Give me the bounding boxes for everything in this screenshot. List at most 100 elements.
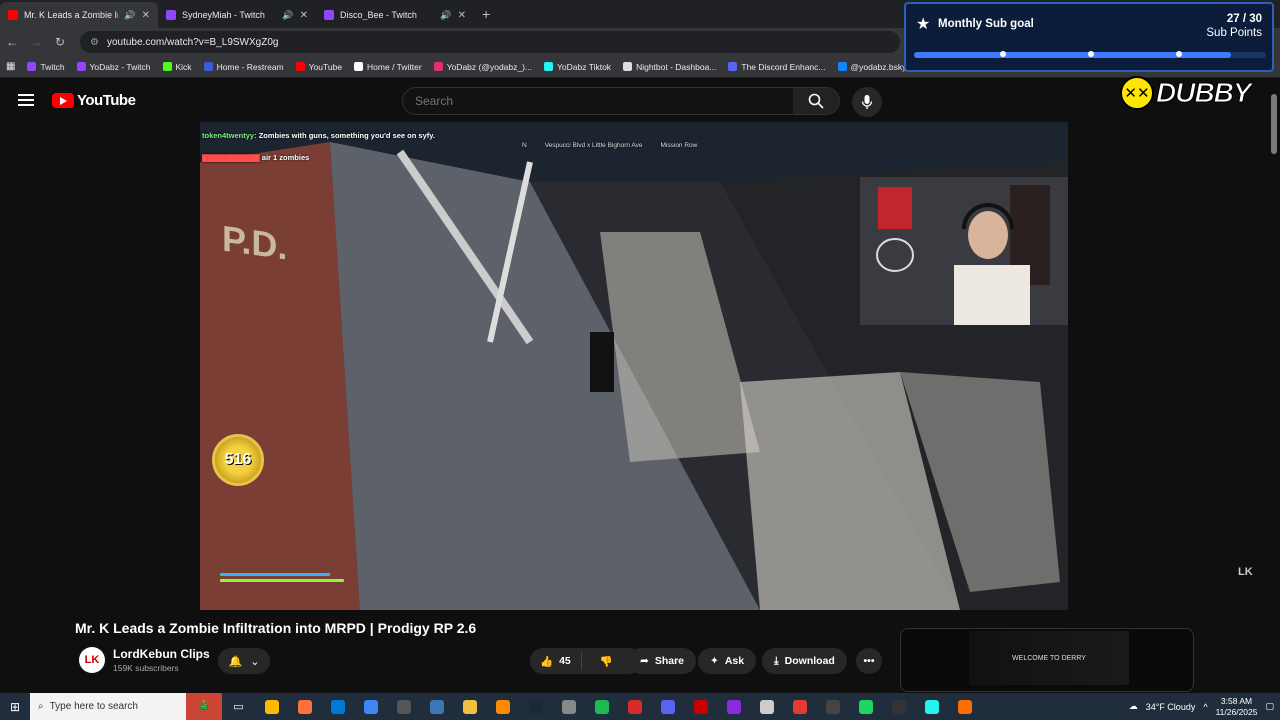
- taskbar-app-icon[interactable]: [321, 693, 354, 720]
- search-input[interactable]: [403, 94, 793, 108]
- scrollbar-thumb[interactable]: [1271, 94, 1277, 154]
- channel-info[interactable]: LK LordKebun Clips 159K subscribers: [79, 647, 210, 673]
- close-tab-icon[interactable]: ✕: [142, 10, 150, 21]
- tab-sydneymiah[interactable]: SydneyMiah - Twitch 🔊 ✕: [158, 2, 316, 28]
- tab-title: Mr. K Leads a Zombie Infiltr: [24, 10, 118, 20]
- notification-bell-button[interactable]: 🔔 ⌄: [218, 648, 270, 674]
- app-glyph-icon: [858, 699, 873, 714]
- bookmark-label: Twitch: [40, 61, 65, 72]
- like-dislike-group: 👍 45 👎: [530, 648, 642, 674]
- bookmark-item[interactable]: YoDabz (@yodabz_)...: [433, 62, 532, 72]
- bookmark-item[interactable]: YouTube: [295, 62, 342, 72]
- bookmark-item[interactable]: The Discord Enhanc...: [728, 62, 826, 72]
- search-icon: [808, 93, 824, 109]
- sub-goal-unit: Sub Points: [1206, 27, 1262, 39]
- bookmark-item[interactable]: YoDabz Tiktok: [544, 62, 611, 72]
- back-icon[interactable]: ←: [0, 35, 24, 49]
- bookmark-favicon-icon: [623, 62, 633, 71]
- taskbar-app-icon[interactable]: [948, 693, 981, 720]
- channel-avatar[interactable]: LK: [79, 647, 105, 673]
- apps-grid-icon[interactable]: ▦: [6, 61, 15, 72]
- new-tab-button[interactable]: +: [482, 2, 490, 28]
- download-icon: ⤓: [774, 654, 779, 667]
- bookmark-item[interactable]: Twitch: [27, 61, 65, 72]
- taskbar-search[interactable]: ⌕ Type here to search 🎄: [30, 693, 222, 720]
- page-scrollbar[interactable]: [1270, 84, 1278, 694]
- taskbar-app-icon[interactable]: [453, 693, 486, 720]
- download-button[interactable]: ⤓ Download: [762, 648, 847, 674]
- sidebar-ad[interactable]: WELCOME TO DERRY: [900, 628, 1194, 692]
- bookmark-item[interactable]: Nightbot - Dashboa...: [623, 62, 716, 72]
- reload-icon[interactable]: ↻: [48, 35, 72, 49]
- app-glyph-icon: [660, 699, 675, 714]
- like-count: 45: [559, 655, 571, 667]
- weather-text[interactable]: 34°F Cloudy: [1146, 702, 1196, 712]
- bookmark-item[interactable]: Home - Restream: [203, 62, 284, 72]
- app-glyph-icon: [693, 699, 708, 714]
- microphone-icon: [861, 95, 873, 109]
- speaker-icon[interactable]: 🔊: [124, 10, 135, 21]
- channel-name[interactable]: LordKebun Clips: [113, 647, 210, 661]
- taskbar-app-icon[interactable]: [618, 693, 651, 720]
- more-actions-button[interactable]: •••: [856, 648, 882, 674]
- taskbar-app-icon[interactable]: [288, 693, 321, 720]
- sub-goal-count-value: 27 / 30: [1226, 13, 1262, 25]
- app-glyph-icon: [396, 699, 411, 714]
- taskbar-app-icon[interactable]: [882, 693, 915, 720]
- site-info-icon[interactable]: ⚙: [90, 37, 99, 48]
- taskbar-app-icon[interactable]: [585, 693, 618, 720]
- close-tab-icon[interactable]: ✕: [300, 10, 308, 21]
- taskbar-app-icon[interactable]: [684, 693, 717, 720]
- url-bar[interactable]: ⚙ youtube.com/watch?v=B_L9SWXgZ0g: [80, 31, 900, 53]
- taskbar-app-icon[interactable]: [750, 693, 783, 720]
- taskbar-app-icon[interactable]: [651, 693, 684, 720]
- taskbar-app-icon[interactable]: [783, 693, 816, 720]
- speaker-icon[interactable]: 🔊: [282, 10, 293, 21]
- taskbar-app-icon[interactable]: [915, 693, 948, 720]
- taskbar-app-icon[interactable]: [387, 693, 420, 720]
- like-button[interactable]: 👍 45: [530, 652, 582, 670]
- taskbar-app-icon[interactable]: [354, 693, 387, 720]
- ask-button[interactable]: ✦ Ask: [698, 648, 757, 674]
- bookmark-item[interactable]: YoDabz - Twitch: [76, 62, 151, 72]
- webcam-overlay: [860, 177, 1068, 325]
- taskbar-app-icon[interactable]: [420, 693, 453, 720]
- taskbar-app-icon[interactable]: [849, 693, 882, 720]
- video-player[interactable]: P.D. token4twentyy: Zombies with guns, s…: [200, 122, 1068, 610]
- tab-disco-bee[interactable]: Disco_Bee - Twitch 🔊 ✕: [316, 2, 474, 28]
- app-glyph-icon: [297, 699, 312, 714]
- bookmark-label: Kick: [175, 61, 192, 72]
- bookmark-item[interactable]: Kick: [162, 61, 192, 72]
- taskbar-app-icon[interactable]: [816, 693, 849, 720]
- taskbar-app-icon[interactable]: [255, 693, 288, 720]
- thumbs-down-icon: 👎: [599, 655, 613, 668]
- hamburger-menu-icon[interactable]: [18, 94, 34, 106]
- chevron-up-icon[interactable]: ^: [1203, 702, 1207, 712]
- task-view-icon[interactable]: ▭: [222, 693, 255, 720]
- taskbar-app-icon[interactable]: [519, 693, 552, 720]
- taskbar-app-icon[interactable]: [552, 693, 585, 720]
- speaker-icon[interactable]: 🔊: [440, 10, 451, 21]
- channel-watermark-icon: LK: [1238, 566, 1253, 578]
- search-button[interactable]: [793, 88, 839, 114]
- app-glyph-icon: [561, 699, 576, 714]
- taskbar-app-icon[interactable]: [486, 693, 519, 720]
- app-glyph-icon: [759, 699, 774, 714]
- windows-start-icon[interactable]: ⊞: [0, 700, 30, 714]
- taskbar-app-icon[interactable]: [717, 693, 750, 720]
- system-clock[interactable]: 3:58 AM 11/26/2025: [1216, 696, 1258, 718]
- youtube-logo[interactable]: YouTube: [52, 92, 136, 109]
- notifications-icon[interactable]: ▢: [1265, 701, 1274, 712]
- bookmark-item[interactable]: Home / Twitter: [354, 62, 422, 72]
- milestone-dot: [1000, 51, 1006, 57]
- twitch-favicon-icon: [324, 10, 334, 20]
- close-tab-icon[interactable]: ✕: [458, 10, 466, 21]
- tab-youtube[interactable]: Mr. K Leads a Zombie Infiltr 🔊 ✕: [0, 2, 158, 28]
- url-text: youtube.com/watch?v=B_L9SWXgZ0g: [106, 36, 279, 48]
- share-button[interactable]: ➦ Share: [628, 648, 696, 674]
- bookmark-favicon-icon: [354, 62, 364, 71]
- forward-icon[interactable]: →: [24, 35, 48, 49]
- app-glyph-icon: [825, 699, 840, 714]
- dislike-button[interactable]: 👎: [588, 655, 625, 668]
- voice-search-button[interactable]: [852, 87, 882, 117]
